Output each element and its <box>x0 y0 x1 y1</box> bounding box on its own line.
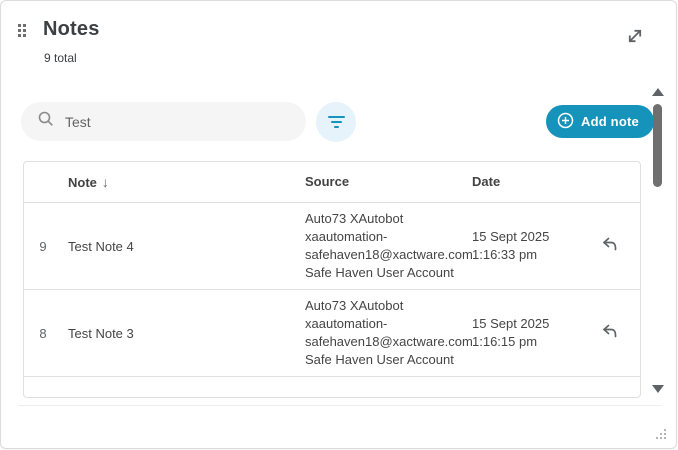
scrollbar-thumb[interactable] <box>653 104 662 187</box>
note-number: 9 <box>24 239 62 254</box>
drag-handle-icon[interactable] <box>18 24 26 37</box>
filter-icon <box>328 116 345 119</box>
search-input[interactable] <box>65 114 285 130</box>
table-row[interactable]: 9 Test Note 4 Auto73 XAutobot xaautomati… <box>24 202 640 289</box>
reply-button[interactable] <box>595 231 623 262</box>
note-number: 8 <box>24 326 62 341</box>
scroll-down-arrow-icon[interactable] <box>652 385 664 393</box>
note-date: 15 Sept 2025 1:16:15 pm <box>462 315 577 351</box>
resize-grip-icon[interactable] <box>656 429 666 439</box>
filter-button[interactable] <box>316 102 356 142</box>
header-date[interactable]: Date <box>462 173 577 191</box>
note-source: Auto73 XAutobot xaautomation- safehaven1… <box>297 297 462 369</box>
page-title: Notes <box>43 18 100 41</box>
bottom-divider <box>18 405 661 406</box>
table-row-clipped[interactable] <box>24 376 640 398</box>
expand-button[interactable] <box>623 25 647 49</box>
total-count-label: 9 total <box>44 51 77 65</box>
table-header-row: Note ↓ Source Date <box>24 162 640 202</box>
sort-descending-icon[interactable]: ↓ <box>102 174 109 190</box>
note-source: Auto73 XAutobot xaautomation- safehaven1… <box>297 210 462 282</box>
add-note-label: Add note <box>581 114 639 129</box>
note-text: Test Note 4 <box>62 239 297 254</box>
header-note[interactable]: Note ↓ <box>62 174 297 190</box>
notes-widget: Notes 9 total <box>0 0 677 449</box>
open-in-full-icon <box>625 34 645 49</box>
plus-circle-icon <box>557 112 574 132</box>
reply-button[interactable] <box>595 318 623 349</box>
notes-table: Note ↓ Source Date 9 Test Note 4 Auto73 X… <box>23 161 641 398</box>
scroll-up-arrow-icon[interactable] <box>652 88 664 96</box>
search-field[interactable] <box>21 102 306 141</box>
note-text: Test Note 3 <box>62 326 297 341</box>
header-note-label: Note <box>68 175 97 190</box>
header-source[interactable]: Source <box>297 173 462 191</box>
search-icon <box>33 110 55 133</box>
reply-icon <box>599 243 619 258</box>
reply-icon <box>599 330 619 345</box>
add-note-button[interactable]: Add note <box>546 105 654 138</box>
table-row[interactable]: 8 Test Note 3 Auto73 XAutobot xaautomati… <box>24 289 640 376</box>
note-date: 15 Sept 2025 1:16:33 pm <box>462 228 577 264</box>
